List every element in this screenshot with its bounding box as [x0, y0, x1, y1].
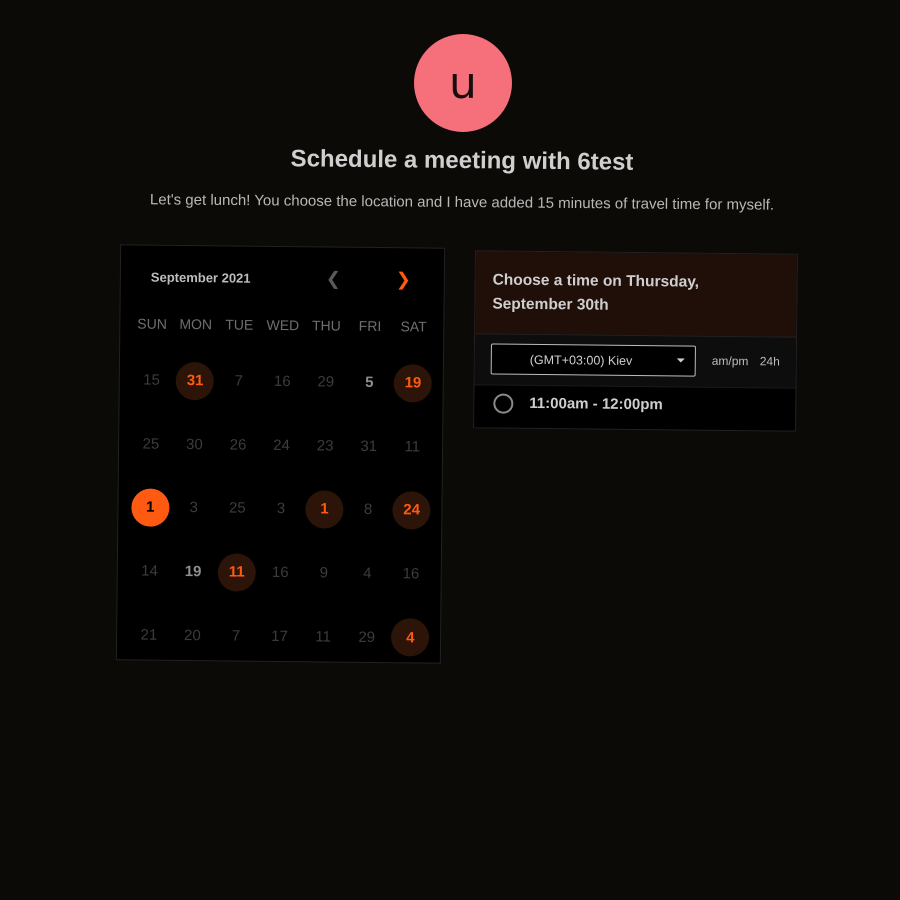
timezone-row: (GMT+03:00) Kiev am/pm 24h — [474, 333, 797, 389]
available-day[interactable]: 1 — [305, 490, 344, 529]
chevron-right-icon[interactable]: ❯ — [396, 269, 411, 289]
calendar-day: 8 — [363, 501, 373, 519]
weekday-wed: WED — [266, 316, 300, 334]
calendar-cell: 14 — [127, 539, 171, 603]
calendar-cell: 8 — [346, 478, 390, 542]
calendar-day: 7 — [231, 627, 241, 645]
calendar-cell: 5 — [347, 351, 391, 415]
calendar-day: 19 — [184, 563, 202, 581]
weekday-sat: SAT — [400, 318, 427, 335]
avatar-initial: u — [449, 57, 477, 109]
calendar-cell: 24 — [259, 413, 303, 477]
calendar-day: 29 — [317, 373, 335, 391]
calendar-cell: 4 — [345, 541, 389, 605]
calendar-cell: 31 — [173, 349, 217, 413]
calendar-cell: 3 — [172, 476, 216, 540]
calendar-day: 29 — [358, 628, 376, 646]
weekday-fri: FRI — [358, 317, 382, 335]
time-picker-header: Choose a time on Thursday, September 30t… — [475, 251, 797, 337]
calendar-cell: 7 — [217, 349, 261, 413]
calendar-cell: 1 — [128, 476, 172, 540]
time-picker-panel: Choose a time on Thursday, September 30t… — [473, 250, 798, 432]
calendar-cell: 24 — [390, 478, 434, 542]
calendar-day: 11 — [404, 438, 421, 456]
calendar-cell: 21 — [127, 603, 171, 667]
calendar-day: 30 — [186, 435, 203, 454]
calendar-cell: 19 — [171, 540, 215, 604]
calendar-cell: 25 — [215, 477, 259, 541]
available-day[interactable]: 24 — [392, 491, 431, 530]
calendar-day: 31 — [360, 437, 378, 455]
weekday-sun: SUN — [137, 315, 168, 332]
weekday-thu: THU — [311, 317, 341, 334]
calendar-day: 16 — [271, 563, 289, 582]
calendar: September 2021 ❮ ❯ SUN MON TUE WED THU FRI SAT… — [115, 244, 446, 664]
calendar-day: 3 — [276, 500, 286, 518]
time-slot[interactable]: 11:00am - 12:00pm — [474, 385, 795, 431]
calendar-day: 7 — [234, 372, 243, 390]
calendar-day: 16 — [273, 373, 291, 391]
available-day[interactable]: 19 — [393, 363, 433, 403]
calendar-cell: 9 — [302, 541, 346, 605]
calendar-cell: 16 — [258, 541, 302, 605]
calendar-day: 5 — [365, 374, 374, 392]
calendar-cell: 1 — [302, 477, 346, 541]
available-day[interactable]: 4 — [391, 618, 430, 657]
calendar-day: 21 — [140, 626, 158, 644]
calendar-cell: 19 — [391, 351, 435, 415]
calendar-day: 16 — [402, 565, 420, 583]
calendar-day: 17 — [271, 627, 289, 645]
timezone-value: (GMT+03:00) Kiev — [529, 352, 633, 368]
calendar-day: 20 — [184, 626, 201, 644]
format-ampm-toggle[interactable]: am/pm — [712, 354, 749, 368]
calendar-cell: 7 — [214, 604, 258, 668]
calendar-cell: 4 — [388, 606, 432, 670]
calendar-cell: 3 — [259, 477, 303, 541]
calendar-day: 3 — [189, 499, 199, 517]
calendar-cell: 17 — [257, 604, 301, 668]
calendar-day: 23 — [316, 437, 334, 455]
available-day[interactable]: 31 — [175, 361, 215, 401]
calendar-day: 14 — [141, 562, 158, 580]
radio-icon[interactable] — [493, 393, 514, 414]
calendar-day: 15 — [143, 371, 160, 390]
calendar-cell: 30 — [172, 412, 216, 476]
calendar-cell: 16 — [260, 350, 304, 414]
weekday-tue: TUE — [225, 316, 254, 333]
page-title: Schedule a meeting with 6test — [290, 145, 634, 176]
timezone-select[interactable]: (GMT+03:00) Kiev — [490, 343, 696, 377]
calendar-cell: 29 — [304, 350, 348, 414]
chevron-left-icon[interactable]: ❮ — [326, 268, 341, 288]
weekday-mon: MON — [179, 315, 213, 333]
calendar-cell: 20 — [170, 603, 214, 667]
calendar-day: 9 — [319, 564, 329, 582]
available-day[interactable]: 11 — [217, 552, 256, 592]
calendar-day: 25 — [228, 499, 246, 518]
time-slot-label: 11:00am - 12:00pm — [529, 394, 663, 414]
format-24h-toggle[interactable]: 24h — [760, 354, 780, 368]
day-grid: 15 31 7 16 29 5 19 25 30 26 24 23 31 11 1 3 25 3 1 8 24 14 19 1… — [127, 348, 435, 669]
calendar-cell: 11 — [390, 415, 434, 479]
calendar-day: 25 — [142, 435, 160, 453]
calendar-day: 26 — [229, 436, 247, 454]
calendar-cell: 29 — [345, 605, 389, 669]
weekday-header: SUN MON TUE WED THU FRI SAT — [130, 315, 435, 334]
time-slot-list: 11:00am - 12:00pm — [474, 385, 795, 431]
calendar-cell: 11 — [301, 605, 345, 669]
calendar-cell: 25 — [129, 412, 173, 476]
calendar-day: 11 — [315, 628, 332, 646]
month-label: September 2021 — [150, 269, 251, 286]
calendar-cell: 31 — [347, 414, 391, 478]
calendar-cell: 16 — [389, 542, 433, 606]
avatar: u — [414, 34, 512, 132]
calendar-cell: 11 — [215, 540, 259, 604]
calendar-cell: 23 — [303, 414, 347, 478]
calendar-cell: 15 — [129, 348, 173, 412]
caret-down-icon — [676, 358, 685, 363]
page-subtitle: Let's get lunch! You choose the location… — [149, 191, 775, 214]
calendar-day: 24 — [273, 436, 291, 454]
calendar-day: 4 — [363, 564, 372, 583]
calendar-cell: 26 — [216, 413, 260, 477]
selected-day[interactable]: 1 — [131, 488, 170, 527]
